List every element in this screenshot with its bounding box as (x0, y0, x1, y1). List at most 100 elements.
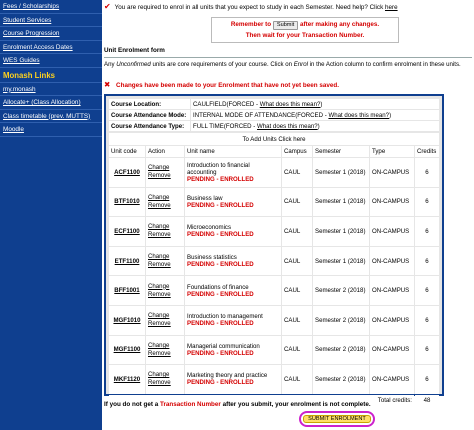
unit-actions: Change Remove (146, 158, 184, 187)
table-row: ETF1100 Change Remove Business statistics PE… (109, 246, 439, 276)
table-row: MGF1010 Change Remove Introduction to manag… (109, 305, 439, 335)
unit-code-link[interactable]: ECF1100 (109, 217, 145, 246)
footnote-transaction-number: Transaction Number (159, 401, 221, 408)
transaction-footnote: If you do not get a Transaction Number a… (104, 401, 371, 408)
unit-campus: CAUL (282, 246, 312, 276)
unit-name: Microeconomics (187, 224, 232, 232)
footnote-pre: If you do not get a (104, 401, 159, 408)
change-link[interactable]: Change (148, 371, 169, 378)
remove-link[interactable]: Remove (148, 350, 171, 357)
unit-code-link[interactable]: MGF1100 (109, 335, 145, 365)
unit-name-cell: Managerial communication PENDING - ENROLL… (185, 335, 281, 365)
unit-credits: 6 (415, 187, 439, 217)
unit-name: Foundations of finance (187, 283, 249, 291)
status-badge: PENDING - ENROLLED (187, 201, 254, 209)
intro-pre: Any (104, 61, 115, 68)
what-does-this-mean-link[interactable]: What does this mean? (257, 123, 318, 130)
status-badge: PENDING - ENROLLED (187, 231, 254, 239)
col-campus: Campus (282, 146, 312, 157)
change-link[interactable]: Change (148, 164, 169, 171)
sidebar-link-moodle[interactable]: Moodle (0, 123, 102, 137)
unit-name: Introduction to management (187, 313, 263, 321)
unit-actions: Change Remove (146, 276, 184, 305)
form-title: Unit Enrolment form (104, 47, 165, 54)
status-badge: PENDING - ENROLLED (187, 320, 254, 328)
unit-semester: Semester 1 (2018) (313, 158, 369, 187)
table-row: MGF1100 Change Remove Managerial communicat… (109, 335, 439, 365)
unit-name-cell: Business statistics PENDING - ENROLLED (185, 246, 281, 276)
unit-actions: Change Remove (146, 246, 184, 276)
unit-campus: CAUL (282, 276, 312, 305)
sidebar-item-wes-guides[interactable]: WES Guides (0, 54, 102, 68)
checkmark-icon: ✔ (104, 2, 111, 11)
unit-name: Managerial communication (187, 342, 260, 350)
sidebar-item-course-progression[interactable]: Course Progression (0, 27, 102, 41)
sidebar-heading-monash-links: Monash Links (0, 68, 102, 83)
table-row: ACF1100 Change Remove Introduction to finan… (109, 158, 439, 187)
unit-actions: Change Remove (146, 217, 184, 246)
status-badge: PENDING - ENROLLED (187, 349, 254, 357)
remove-link[interactable]: Remove (148, 231, 171, 238)
unit-campus: CAUL (282, 217, 312, 246)
remove-link[interactable]: Remove (148, 379, 171, 386)
reminder-line2: Then wait for your Transaction Number. (245, 31, 365, 39)
what-does-this-mean-link[interactable]: What does this mean? (260, 101, 321, 108)
status-badge: PENDING - ENROLLED (187, 379, 254, 387)
submit-enrolment-button[interactable]: SUBMIT ENROLMENT (303, 415, 371, 423)
unit-code-link[interactable]: BTF1010 (109, 187, 145, 217)
change-link[interactable]: Change (148, 283, 169, 290)
change-link[interactable]: Change (148, 342, 169, 349)
col-unit-code: Unit code (109, 146, 145, 157)
remove-link[interactable]: Remove (148, 261, 171, 268)
col-unit-name: Unit name (185, 146, 281, 157)
change-link[interactable]: Change (148, 253, 169, 260)
unit-name-cell: Marketing theory and practice PENDING - E… (185, 365, 281, 394)
unit-credits: 6 (415, 335, 439, 365)
unit-name-cell: Introduction to financial accounting PEND… (185, 158, 281, 187)
table-row: BTF1010 Change Remove Business law PENDING -… (109, 187, 439, 217)
unit-code-link[interactable]: ETF1100 (109, 246, 145, 276)
unit-name: Business statistics (187, 254, 237, 262)
unit-actions: Change Remove (146, 305, 184, 335)
unit-code-link[interactable]: MGF1010 (109, 305, 145, 335)
change-link[interactable]: Change (148, 194, 169, 201)
what-does-this-mean-link[interactable]: What does this mean? (328, 112, 389, 119)
sidebar-link-my-monash[interactable]: my.monash (0, 83, 102, 96)
enrol-notice: ✔ You are required to enrol in all units… (104, 2, 472, 12)
unit-type: ON-CAMPUS (370, 335, 414, 365)
intro-text: Any Unconfirmed units are core requireme… (104, 61, 472, 68)
unit-code-link[interactable]: MKF1120 (109, 365, 145, 394)
unit-credits: 6 (415, 276, 439, 305)
unit-semester: Semester 2 (2018) (313, 335, 369, 365)
col-semester: Semester (313, 146, 369, 157)
unit-credits: 6 (415, 365, 439, 394)
change-link[interactable]: Change (148, 312, 169, 319)
intro-mid: units are core requirements of your cour… (152, 61, 293, 68)
sidebar-item-student-services[interactable]: Student Services (0, 14, 102, 27)
intro-unconfirmed: Unconfirmed (116, 61, 151, 68)
reminder-post: after making any changes. (300, 21, 380, 28)
remove-link[interactable]: Remove (148, 172, 171, 179)
sidebar-item-fees[interactable]: Fees / Scholarships (0, 0, 102, 14)
unsaved-warning: ✖ Changes have been made to your Enrolme… (104, 80, 339, 89)
unit-code-link[interactable]: ACF1100 (109, 158, 145, 187)
status-badge: PENDING - ENROLLED (187, 175, 254, 183)
unit-code-link[interactable]: BFF1001 (109, 276, 145, 305)
sidebar-item-enrolment-access-dates[interactable]: Enrolment Access Dates (0, 41, 102, 54)
change-link[interactable]: Change (148, 223, 169, 230)
remove-link[interactable]: Remove (148, 291, 171, 298)
unit-campus: CAUL (282, 305, 312, 335)
help-link[interactable]: here (385, 4, 398, 11)
table-row: BFF1001 Change Remove Foundations of financ… (109, 276, 439, 305)
remove-link[interactable]: Remove (148, 320, 171, 327)
sidebar-link-class-timetable[interactable]: Class timetable (prev. MUTTS) (0, 110, 102, 123)
unit-type: ON-CAMPUS (370, 158, 414, 187)
footnote-post: after you submit, your enrolment is not … (222, 401, 371, 408)
main-content: ✔ You are required to enrol in all units… (104, 0, 472, 430)
add-units-link[interactable]: To Add Units Click here (109, 133, 439, 145)
unit-semester: Semester 1 (2018) (313, 246, 369, 276)
submit-highlight: SUBMIT ENROLMENT (299, 411, 375, 427)
sidebar-link-allocate[interactable]: Allocate+ (Class Allocation) (0, 96, 102, 110)
remove-link[interactable]: Remove (148, 202, 171, 209)
table-row: ECF1100 Change Remove Microeconomics PENDING… (109, 217, 439, 246)
